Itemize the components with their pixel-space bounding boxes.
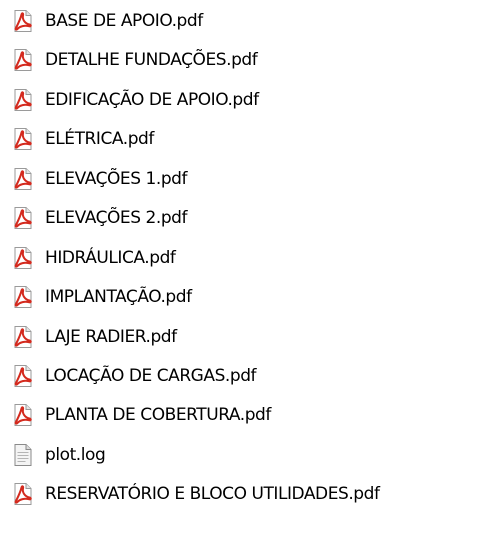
file-name: HIDRÁULICA.pdf [45, 248, 176, 268]
file-name: IMPLANTAÇÃO.pdf [45, 287, 192, 307]
pdf-file-icon [12, 285, 34, 309]
file-item[interactable]: RESERVATÓRIO E BLOCO UTILIDADES.pdf [12, 479, 380, 509]
file-item[interactable]: ELÉTRICA.pdf [12, 124, 154, 154]
text-file-icon [12, 443, 34, 467]
pdf-file-icon [12, 9, 34, 33]
file-item[interactable]: HIDRÁULICA.pdf [12, 243, 176, 273]
file-name: LOCAÇÃO DE CARGAS.pdf [45, 366, 257, 386]
file-item[interactable]: LAJE RADIER.pdf [12, 322, 177, 352]
file-item[interactable]: IMPLANTAÇÃO.pdf [12, 282, 192, 312]
file-name: PLANTA DE COBERTURA.pdf [45, 405, 271, 425]
pdf-file-icon [12, 403, 34, 427]
file-item[interactable]: BASE DE APOIO.pdf [12, 6, 203, 36]
file-item[interactable]: ELEVAÇÕES 1.pdf [12, 164, 188, 194]
pdf-file-icon [12, 325, 34, 349]
pdf-file-icon [12, 127, 34, 151]
file-name: DETALHE FUNDAÇÕES.pdf [45, 50, 258, 70]
file-item[interactable]: DETALHE FUNDAÇÕES.pdf [12, 45, 258, 75]
pdf-file-icon [12, 206, 34, 230]
file-name: plot.log [45, 445, 106, 465]
file-name: RESERVATÓRIO E BLOCO UTILIDADES.pdf [45, 484, 380, 504]
file-item[interactable]: plot.log [12, 440, 106, 470]
pdf-file-icon [12, 167, 34, 191]
pdf-file-icon [12, 364, 34, 388]
file-item[interactable]: EDIFICAÇÃO DE APOIO.pdf [12, 85, 259, 115]
file-name: BASE DE APOIO.pdf [45, 11, 203, 31]
pdf-file-icon [12, 48, 34, 72]
pdf-file-icon [12, 482, 34, 506]
file-name: ELEVAÇÕES 2.pdf [45, 208, 188, 228]
file-item[interactable]: PLANTA DE COBERTURA.pdf [12, 400, 271, 430]
pdf-file-icon [12, 246, 34, 270]
file-item[interactable]: ELEVAÇÕES 2.pdf [12, 203, 188, 233]
file-item[interactable]: LOCAÇÃO DE CARGAS.pdf [12, 361, 257, 391]
file-name: ELEVAÇÕES 1.pdf [45, 169, 188, 189]
pdf-file-icon [12, 88, 34, 112]
file-name: EDIFICAÇÃO DE APOIO.pdf [45, 90, 259, 110]
file-name: ELÉTRICA.pdf [45, 129, 154, 149]
file-name: LAJE RADIER.pdf [45, 327, 177, 347]
